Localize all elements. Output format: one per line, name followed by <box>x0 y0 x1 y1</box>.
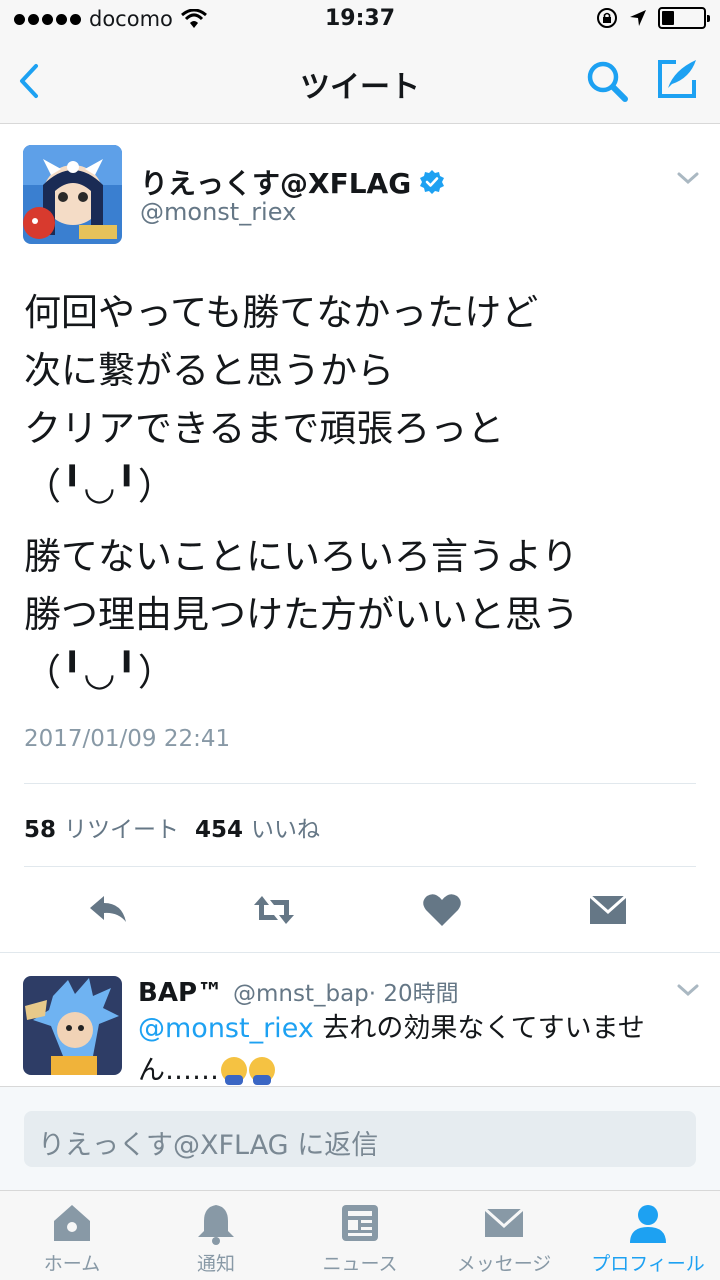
tweet-timestamp: 2017/01/09 22:41 <box>24 726 231 752</box>
divider <box>24 783 696 784</box>
envelope-icon <box>483 1207 525 1237</box>
reply-author-avatar[interactable] <box>23 976 122 1075</box>
bowing-person-emoji-icon <box>221 1057 247 1085</box>
author-handle[interactable]: @monst_riex <box>140 198 296 226</box>
person-icon <box>630 1205 666 1243</box>
direct-message-icon[interactable] <box>586 888 630 932</box>
tweet-line: （╹◡╹） <box>24 651 175 694</box>
author-name[interactable]: りえっくす@XFLAG <box>140 162 445 202</box>
tweet-line: 勝てないことにいろいろ言うより <box>24 535 579 578</box>
status-indicators <box>596 7 710 29</box>
like-count[interactable]: 454 <box>195 817 243 843</box>
reply-mention-link[interactable]: @monst_riex <box>138 1013 314 1044</box>
tab-label: 通知 <box>196 1253 235 1275</box>
tab-label: ホーム <box>43 1253 101 1275</box>
home-icon <box>54 1205 90 1241</box>
reply-author-handle[interactable]: @mnst_bap <box>233 981 369 1007</box>
heart-icon[interactable] <box>420 888 464 932</box>
tweet-menu-chevron-down-icon[interactable] <box>676 170 700 186</box>
reply-time: · 20時間 <box>368 981 459 1007</box>
bell-icon <box>198 1205 234 1245</box>
tweet-line: （╹◡╹） <box>24 465 175 508</box>
search-button[interactable] <box>584 58 630 104</box>
battery-icon <box>658 7 710 29</box>
tab-bar: ホーム 通知 ニュース メッセージ プロフィール <box>0 1190 720 1280</box>
tab-home[interactable]: ホーム <box>0 1191 144 1280</box>
tab-messages[interactable]: メッセージ <box>432 1191 576 1280</box>
location-arrow-icon <box>630 10 646 26</box>
retweet-count[interactable]: 58 <box>24 817 56 843</box>
like-label[interactable]: いいね <box>251 810 320 844</box>
tab-label: プロフィール <box>591 1253 705 1275</box>
reply-icon[interactable] <box>86 888 130 932</box>
author-display-name: りえっくす@XFLAG <box>140 167 412 200</box>
retweet-label[interactable]: リツイート <box>64 810 179 844</box>
reply-author-name[interactable]: BAP™ <box>138 978 223 1008</box>
tab-label: メッセージ <box>456 1253 552 1275</box>
tweet-stats: 58 リツイート 454 いいね <box>24 810 336 844</box>
status-bar: docomo 19:37 <box>0 0 720 40</box>
divider <box>0 952 720 953</box>
navigation-bar: ツイート <box>0 40 720 124</box>
tweet-text: 何回やっても勝てなかったけど 次に繋がると思うから クリアできるまで頑張ろっと … <box>24 284 704 702</box>
news-icon <box>342 1205 378 1241</box>
divider <box>24 866 696 867</box>
orientation-lock-icon <box>597 8 617 28</box>
author-avatar[interactable] <box>23 145 122 244</box>
tweet-line: 勝つ理由見つけた方がいいと思う <box>24 593 579 636</box>
tab-news[interactable]: ニュース <box>288 1191 432 1280</box>
tab-label: ニュース <box>322 1253 398 1275</box>
retweet-icon[interactable] <box>252 888 296 932</box>
tweet-line: 何回やっても勝てなかったけど <box>24 291 539 334</box>
reply-input[interactable]: りえっくす@XFLAG に返信 <box>24 1111 696 1167</box>
compose-tweet-button[interactable] <box>654 56 700 102</box>
tweet-line: 次に繋がると思うから <box>24 349 394 392</box>
tweet-line: クリアできるまで頑張ろっと <box>24 407 505 450</box>
tweet-actions <box>0 888 720 932</box>
tab-profile[interactable]: プロフィール <box>576 1191 720 1280</box>
tab-notifications[interactable]: 通知 <box>144 1191 288 1280</box>
reply-menu-chevron-down-icon[interactable] <box>676 982 700 998</box>
verified-badge-icon <box>420 170 445 194</box>
bowing-person-emoji-icon <box>249 1057 275 1085</box>
reply-text: @monst_riex 去れの効果なくてすいません…… <box>138 1008 678 1092</box>
reply-header: BAP™ @mnst_bap · 20時間 <box>138 974 459 1008</box>
